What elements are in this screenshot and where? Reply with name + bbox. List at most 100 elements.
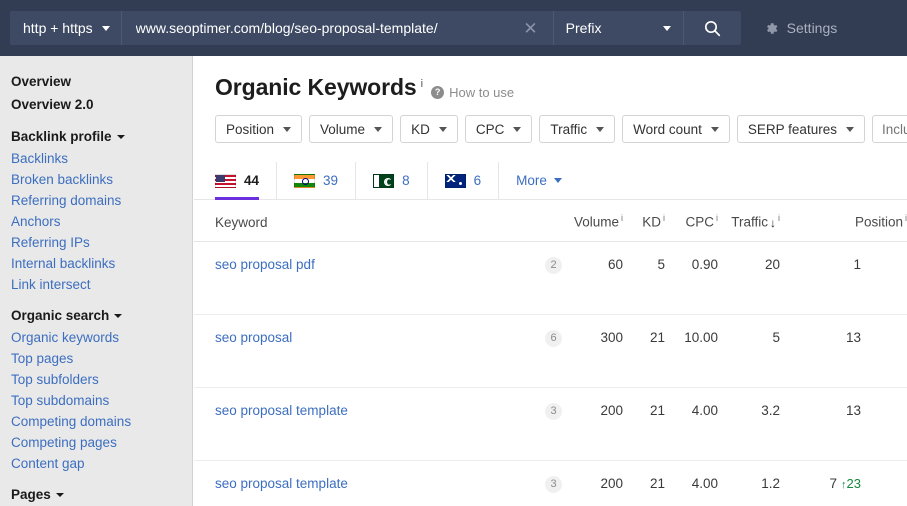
keyword-link[interactable]: seo proposal bbox=[215, 330, 292, 345]
table-row: seo proposal template 3 200 21 4.00 1.2 … bbox=[194, 460, 907, 506]
filter-word-count[interactable]: Word count bbox=[622, 115, 730, 143]
filter-serp-features[interactable]: SERP features bbox=[737, 115, 865, 143]
sidebar-item-top-pages[interactable]: Top pages bbox=[11, 348, 192, 369]
filter-position[interactable]: Position bbox=[215, 115, 302, 143]
sidebar-group-label: Organic search bbox=[11, 308, 109, 323]
chevron-down-icon bbox=[56, 493, 64, 497]
page-title: Organic Keywords bbox=[215, 74, 417, 101]
sidebar-spacer bbox=[11, 474, 192, 483]
column-header-position[interactable]: Positioni bbox=[780, 200, 907, 241]
sidebar-group-pages[interactable]: Pages bbox=[11, 483, 192, 506]
column-header-volume[interactable]: Volumei bbox=[562, 200, 623, 241]
country-tab-in[interactable]: 39 bbox=[277, 162, 356, 199]
cell-cpc: 4.00 bbox=[665, 460, 718, 506]
match-mode-label: Prefix bbox=[566, 20, 602, 36]
sidebar-item-organic-keywords[interactable]: Organic keywords bbox=[11, 327, 192, 348]
country-tabs: 44 39 8 6 More bbox=[194, 162, 907, 200]
organic-keywords-table: Keyword Volumei KDi CPCi Traffic↓i Posit… bbox=[194, 200, 907, 506]
column-header-serp-count bbox=[519, 200, 562, 241]
filter-kd[interactable]: KD bbox=[400, 115, 458, 143]
sidebar-item-internal-backlinks[interactable]: Internal backlinks bbox=[11, 253, 192, 274]
main-content: Organic Keywords i ? How to use Position… bbox=[194, 56, 907, 506]
sidebar-navigation: Overview Overview 2.0 Backlink profile B… bbox=[0, 56, 193, 506]
position-change-badge: ↑23 bbox=[841, 476, 861, 491]
sidebar-item-top-subfolders[interactable]: Top subfolders bbox=[11, 369, 192, 390]
sidebar-item-overview-2[interactable]: Overview 2.0 bbox=[11, 93, 192, 116]
sidebar-group-backlink-profile[interactable]: Backlink profile bbox=[11, 125, 192, 148]
country-tab-count: 8 bbox=[402, 173, 410, 188]
cell-keyword: seo proposal bbox=[194, 314, 519, 387]
column-header-label: Position bbox=[855, 215, 903, 230]
sidebar-item-referring-ips[interactable]: Referring IPs bbox=[11, 232, 192, 253]
country-tab-us[interactable]: 44 bbox=[215, 162, 277, 199]
flag-united-states-icon bbox=[215, 174, 236, 188]
keyword-link[interactable]: seo proposal pdf bbox=[215, 257, 315, 272]
keyword-link[interactable]: seo proposal template bbox=[215, 403, 348, 418]
filter-label: KD bbox=[411, 122, 430, 137]
top-toolbar: http + https www.seoptimer.com/blog/seo-… bbox=[0, 0, 907, 56]
match-mode-dropdown[interactable]: Prefix bbox=[553, 11, 683, 45]
country-tab-count: 44 bbox=[244, 173, 259, 188]
cell-kd: 5 bbox=[623, 241, 665, 314]
flag-pakistan-icon bbox=[373, 174, 394, 188]
column-header-kd[interactable]: KDi bbox=[623, 200, 665, 241]
sidebar-item-competing-domains[interactable]: Competing domains bbox=[11, 411, 192, 432]
sidebar-item-referring-domains[interactable]: Referring domains bbox=[11, 190, 192, 211]
info-superscript: i bbox=[621, 213, 623, 223]
help-circle-icon: ? bbox=[431, 86, 444, 99]
chevron-down-icon bbox=[374, 127, 382, 132]
country-tab-pk[interactable]: 8 bbox=[356, 162, 428, 199]
position-value: 13 bbox=[846, 403, 861, 418]
sidebar-item-top-subdomains[interactable]: Top subdomains bbox=[11, 390, 192, 411]
serp-count-badge: 2 bbox=[545, 257, 562, 274]
column-header-traffic[interactable]: Traffic↓i bbox=[718, 200, 780, 241]
sidebar-item-label: Overview bbox=[11, 74, 71, 89]
sidebar-item-overview[interactable]: Overview bbox=[11, 70, 192, 93]
more-label: More bbox=[516, 173, 547, 188]
sidebar-item-backlinks[interactable]: Backlinks bbox=[11, 148, 192, 169]
chevron-down-icon bbox=[439, 127, 447, 132]
cell-volume: 200 bbox=[562, 460, 623, 506]
position-value: 7 bbox=[830, 476, 838, 491]
column-header-keyword[interactable]: Keyword bbox=[194, 200, 519, 241]
sidebar-group-organic-search[interactable]: Organic search bbox=[11, 304, 192, 327]
sidebar-item-competing-pages[interactable]: Competing pages bbox=[11, 432, 192, 453]
sidebar-item-broken-backlinks[interactable]: Broken backlinks bbox=[11, 169, 192, 190]
column-header-cpc[interactable]: CPCi bbox=[665, 200, 718, 241]
column-header-label: Keyword bbox=[215, 215, 268, 230]
sidebar-item-anchors[interactable]: Anchors bbox=[11, 211, 192, 232]
table-header-row: Keyword Volumei KDi CPCi Traffic↓i Posit… bbox=[194, 200, 907, 241]
filter-cpc[interactable]: CPC bbox=[465, 115, 533, 143]
include-input[interactable] bbox=[872, 115, 907, 143]
country-tab-au[interactable]: 6 bbox=[428, 162, 500, 199]
filter-traffic[interactable]: Traffic bbox=[539, 115, 615, 143]
cell-serp-count: 3 bbox=[519, 460, 562, 506]
country-tabs-more-button[interactable]: More bbox=[499, 162, 579, 199]
column-header-label: Traffic bbox=[731, 215, 768, 230]
cell-position: 7↑23 bbox=[780, 460, 907, 506]
cell-serp-count: 6 bbox=[519, 314, 562, 387]
how-to-use-link[interactable]: ? How to use bbox=[431, 85, 514, 100]
cell-keyword: seo proposal template bbox=[194, 460, 519, 506]
cell-traffic: 3.2 bbox=[718, 387, 780, 460]
cell-position: 1 bbox=[780, 241, 907, 314]
sidebar-item-content-gap[interactable]: Content gap bbox=[11, 453, 192, 474]
chevron-down-icon bbox=[114, 314, 122, 318]
sidebar-item-link-intersect[interactable]: Link intersect bbox=[11, 274, 192, 295]
flag-india-icon bbox=[294, 174, 315, 188]
filter-volume[interactable]: Volume bbox=[309, 115, 393, 143]
keyword-link[interactable]: seo proposal template bbox=[215, 476, 348, 491]
close-icon[interactable]: ✕ bbox=[518, 20, 542, 37]
chevron-down-icon bbox=[554, 178, 562, 183]
sidebar-spacer bbox=[11, 116, 192, 125]
cell-kd: 21 bbox=[623, 460, 665, 506]
cell-cpc: 10.00 bbox=[665, 314, 718, 387]
protocol-dropdown[interactable]: http + https bbox=[10, 11, 121, 45]
url-input-wrapper[interactable]: www.seoptimer.com/blog/seo-proposal-temp… bbox=[121, 11, 553, 45]
search-button[interactable] bbox=[683, 11, 741, 45]
settings-button[interactable]: Settings bbox=[764, 20, 838, 36]
column-header-label: Volume bbox=[574, 215, 619, 230]
search-icon bbox=[704, 20, 721, 37]
cell-serp-count: 3 bbox=[519, 387, 562, 460]
serp-count-badge: 3 bbox=[545, 476, 562, 493]
